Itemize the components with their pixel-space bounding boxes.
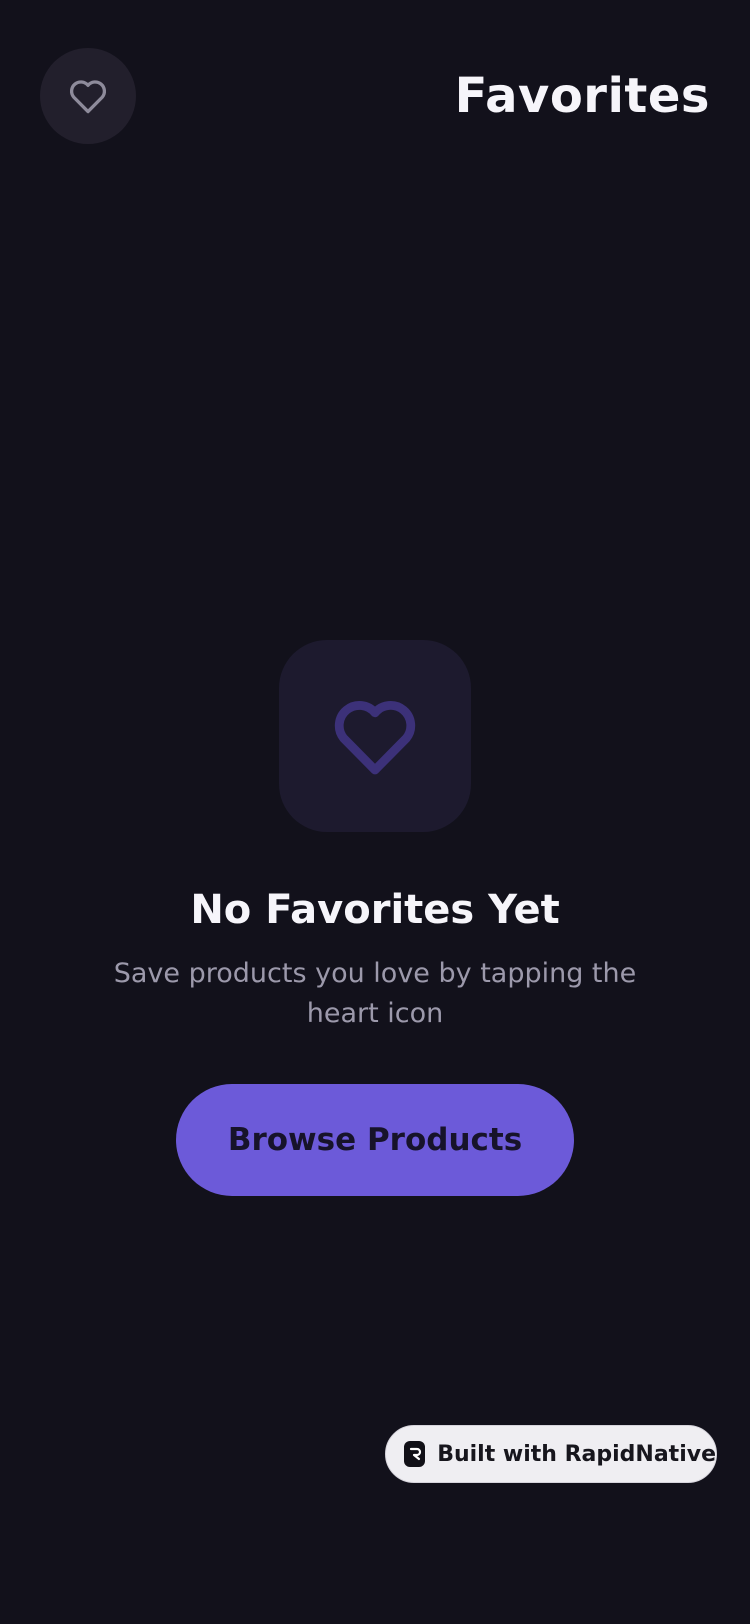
built-with-label: Built with RapidNative [437,1441,716,1467]
heart-outline-icon [69,80,107,114]
favorites-heart-button[interactable] [40,48,136,144]
empty-state-title: No Favorites Yet [190,887,560,933]
page-title: Favorites [454,68,710,124]
empty-state-icon-tile [279,640,471,832]
browse-products-button[interactable]: Browse Products [176,1084,574,1196]
built-with-badge[interactable]: Built with RapidNative [385,1425,717,1483]
rapidnative-logo-icon [404,1441,426,1467]
empty-state-subtitle: Save products you love by tapping the he… [113,958,637,1029]
header: Favorites [0,0,750,200]
heart-outline-icon [334,701,416,775]
empty-state: No Favorites Yet Save products you love … [0,640,750,1196]
